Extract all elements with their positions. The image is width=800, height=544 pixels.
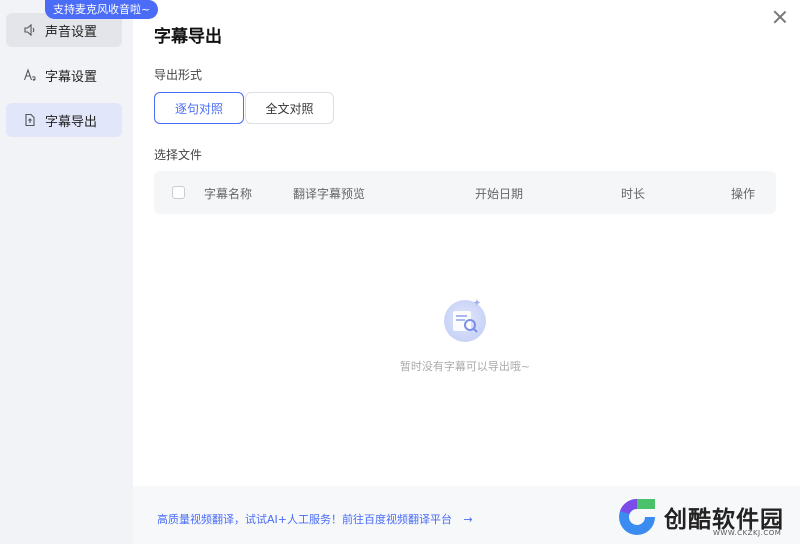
page-title: 字幕导出 bbox=[154, 27, 222, 47]
table-header: 字幕名称 翻译字幕预览 开始日期 时长 操作 bbox=[154, 171, 776, 214]
column-duration: 时长 bbox=[621, 187, 646, 201]
option-fulltext-compare[interactable]: 全文对照 bbox=[245, 92, 334, 124]
footer-link-text: 高质量视频翻译，试试AI+人工服务！前往百度视频翻译平台 bbox=[157, 513, 452, 526]
select-all-checkbox[interactable] bbox=[172, 186, 185, 199]
font-icon bbox=[23, 68, 37, 82]
empty-state-text: 暂时没有字幕可以导出哦~ bbox=[399, 360, 531, 373]
watermark-logo bbox=[619, 498, 655, 535]
empty-state-icon bbox=[441, 296, 489, 344]
watermark-url: WWW.CKZKJ.COM bbox=[713, 529, 782, 537]
sidebar-item-subtitle-settings[interactable]: 字幕设置 bbox=[6, 58, 122, 92]
sidebar-item-label: 字幕设置 bbox=[45, 69, 98, 85]
sidebar-item-subtitle-export[interactable]: 字幕导出 bbox=[6, 103, 122, 137]
option-sentence-compare[interactable]: 逐句对照 bbox=[154, 92, 244, 124]
select-file-label: 选择文件 bbox=[154, 148, 203, 162]
export-format-label: 导出形式 bbox=[154, 68, 203, 82]
speaker-icon bbox=[23, 23, 37, 37]
column-subtitle-name: 字幕名称 bbox=[204, 187, 253, 201]
column-actions: 操作 bbox=[731, 187, 756, 201]
close-icon[interactable] bbox=[772, 9, 788, 25]
column-translation-preview: 翻译字幕预览 bbox=[293, 187, 366, 201]
translation-platform-link[interactable]: 高质量视频翻译，试试AI+人工服务！前往百度视频翻译平台 → bbox=[157, 511, 473, 527]
arrow-right-icon: → bbox=[463, 513, 473, 526]
sidebar-item-label: 字幕导出 bbox=[45, 114, 98, 130]
sidebar-item-label: 声音设置 bbox=[45, 24, 98, 40]
export-file-icon bbox=[23, 113, 37, 127]
column-start-date: 开始日期 bbox=[475, 187, 524, 201]
sidebar: 声音设置 字幕设置 字幕导出 bbox=[0, 0, 133, 544]
microphone-badge: 支持麦克风收音啦~ bbox=[45, 0, 159, 19]
